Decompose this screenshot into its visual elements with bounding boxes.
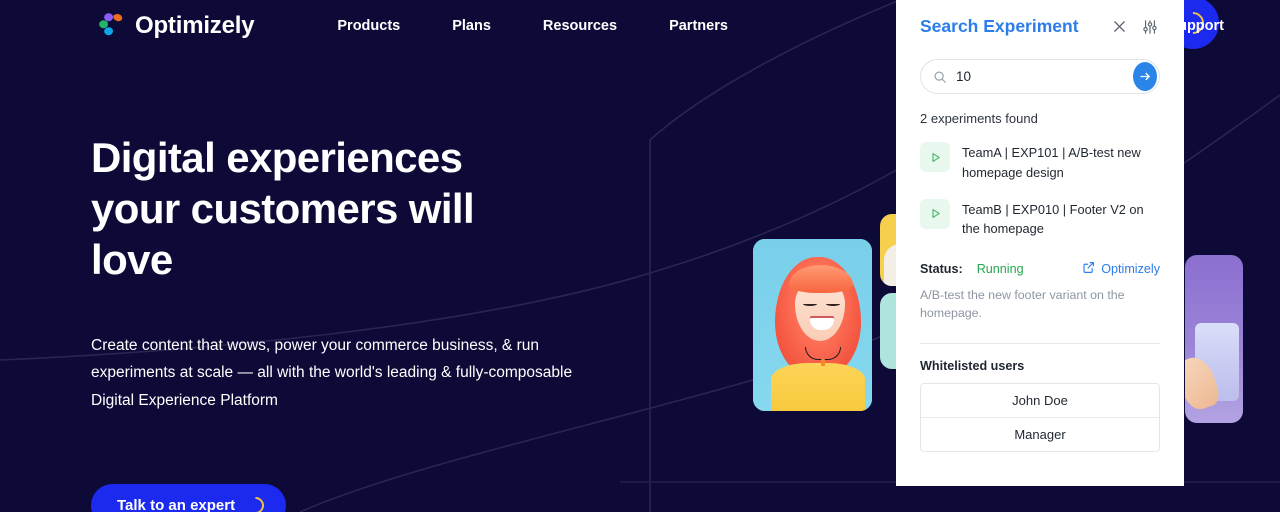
primary-nav-links: Products Plans Resources Partners bbox=[337, 18, 728, 34]
divider bbox=[920, 343, 1160, 345]
search-input[interactable] bbox=[956, 69, 1133, 84]
list-item[interactable]: TeamA | EXP101 | A/B-test new homepage d… bbox=[920, 142, 1160, 183]
brand-name: Optimizely bbox=[135, 12, 255, 39]
search-field-wrapper[interactable] bbox=[920, 59, 1160, 94]
list-item-label: TeamA | EXP101 | A/B-test new homepage d… bbox=[962, 145, 1141, 180]
collage-card-portrait bbox=[753, 239, 872, 411]
panel-header: Search Experiment bbox=[920, 16, 1160, 37]
external-link-icon bbox=[1082, 261, 1095, 277]
panel-title: Search Experiment bbox=[920, 16, 1079, 36]
sliders-icon[interactable] bbox=[1140, 17, 1160, 37]
table-row[interactable]: John Doe bbox=[921, 384, 1159, 417]
search-experiment-panel: Search Experiment 10 2 experiments found… bbox=[896, 0, 1184, 486]
status-badge: Running bbox=[976, 262, 1024, 277]
experiment-description: A/B-test the new footer variant on the h… bbox=[920, 288, 1125, 321]
collage-card-purple bbox=[1185, 255, 1243, 423]
external-link-label: Optimizely bbox=[1101, 262, 1160, 277]
hero-section: Digital experiences your customers will … bbox=[91, 132, 711, 512]
whitelist-title: Whitelisted users bbox=[920, 359, 1025, 374]
play-icon bbox=[920, 198, 950, 229]
optimizely-logo-icon bbox=[92, 9, 126, 43]
search-icon bbox=[933, 70, 947, 84]
optimizely-external-link[interactable]: Optimizely bbox=[1082, 261, 1160, 277]
nav-link-products[interactable]: Products bbox=[337, 18, 400, 34]
list-item-label: TeamB | EXP010 | Footer V2 on the homepa… bbox=[962, 201, 1144, 237]
results-count-label: 2 experiments found bbox=[920, 111, 1038, 126]
play-icon bbox=[920, 142, 950, 172]
nav-link-plans[interactable]: Plans bbox=[452, 18, 491, 34]
status-row: Status: Running Optimizely bbox=[920, 261, 1160, 277]
hero-paragraph: Create content that wows, power your com… bbox=[91, 336, 573, 409]
nav-link-resources[interactable]: Resources bbox=[543, 18, 617, 34]
cta-label: Talk to an expert bbox=[117, 497, 236, 512]
close-icon[interactable] bbox=[1109, 17, 1129, 37]
brand-logo[interactable]: Optimizely bbox=[92, 9, 255, 43]
table-row[interactable]: Manager bbox=[921, 417, 1159, 451]
search-submit-button[interactable] bbox=[1133, 62, 1157, 91]
hero-heading: Digital experiences your customers will … bbox=[91, 134, 475, 284]
nav-link-partners[interactable]: Partners bbox=[669, 18, 728, 34]
whitelist-table: John Doe Manager bbox=[920, 383, 1160, 453]
list-item[interactable]: TeamB | EXP010 | Footer V2 on the homepa… bbox=[920, 198, 1160, 240]
status-label: Status: bbox=[920, 262, 963, 277]
talk-to-an-expert-button[interactable]: Talk to an expert bbox=[91, 484, 287, 512]
crescent-icon bbox=[243, 493, 268, 512]
panel-header-actions bbox=[1109, 17, 1160, 37]
